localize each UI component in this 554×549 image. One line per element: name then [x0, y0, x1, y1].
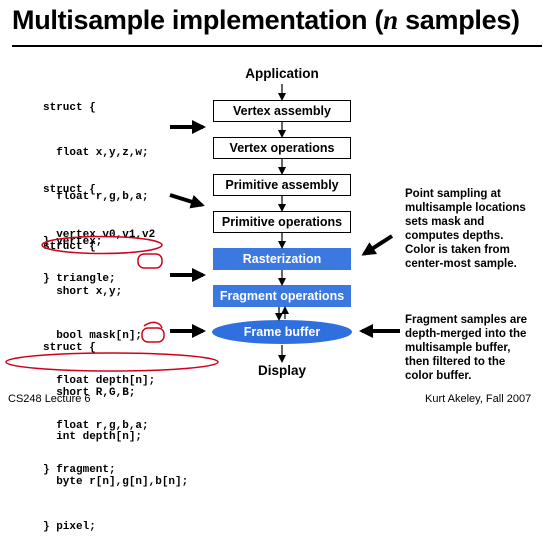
code-line: } pixel;: [43, 520, 96, 533]
footer-left: CS248 Lecture 6: [8, 393, 91, 405]
mask-highlight-ellipse: [41, 235, 163, 255]
code-line: byte r[n],g[n],b[n];: [43, 475, 189, 488]
rasterization-pointer-arrow: [361, 234, 394, 256]
red-annotations: [5, 235, 219, 372]
pipeline-connectors: [275, 84, 289, 363]
footer-right: Kurt Akeley, Fall 2007: [425, 393, 532, 405]
annotation-stroke: [143, 321, 163, 329]
triangle-pointer-arrow: [169, 193, 205, 209]
sample-colors-highlight-ellipse: [5, 352, 219, 372]
depth-n-highlight: [137, 253, 163, 269]
code-line: int depth[n];: [43, 431, 143, 444]
diagram-overlay: [5, 84, 400, 372]
pointer-arrows: [169, 120, 400, 338]
pixel-depth-n-highlight: [141, 327, 165, 343]
